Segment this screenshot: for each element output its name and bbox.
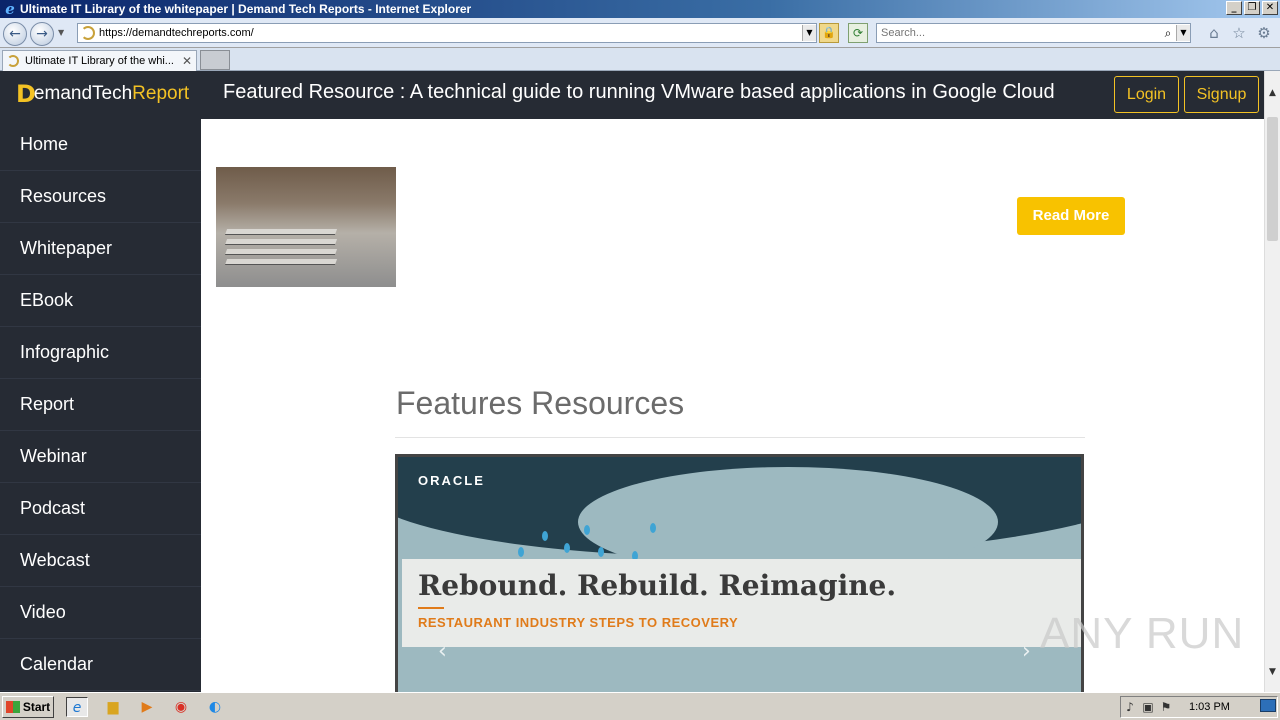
edge-icon[interactable]: ◐ — [204, 697, 226, 717]
rain-dot — [564, 543, 570, 553]
section-title: Features Resources — [396, 385, 685, 421]
banner-bottom-area — [398, 647, 1081, 692]
sidebar-item-ebook[interactable]: EBook — [0, 275, 201, 327]
site-logo[interactable]: D emandTech Report — [16, 80, 190, 108]
chrome-icon[interactable]: ◉ — [170, 697, 192, 717]
oracle-brand: ORACLE — [418, 473, 485, 488]
forward-button[interactable]: → — [30, 22, 54, 46]
tab-favicon-icon — [7, 55, 19, 67]
newspaper-layer — [224, 259, 338, 265]
logo-report-text: Report — [132, 83, 190, 104]
rain-dot — [650, 523, 656, 533]
sidebar-item-resources[interactable]: Resources — [0, 171, 201, 223]
folder-icon[interactable]: ▆ — [102, 697, 124, 717]
signup-button[interactable]: Signup — [1184, 76, 1259, 113]
rain-dot — [518, 547, 524, 557]
new-tab-button[interactable] — [200, 50, 230, 70]
media-player-icon[interactable]: ▶ — [136, 697, 158, 717]
ie-logo-icon: e — [5, 0, 15, 18]
featured-resource-link[interactable]: Featured Resource : A technical guide to… — [223, 81, 1055, 104]
start-button[interactable]: Start — [2, 696, 54, 718]
anyrun-watermark: ANY RUN — [1040, 609, 1245, 658]
show-desktop-icon[interactable] — [1260, 699, 1276, 712]
tab-label[interactable]: Ultimate IT Library of the whi... — [25, 55, 182, 67]
gear-icon[interactable]: ⚙ — [1255, 24, 1273, 42]
rain-dot — [584, 525, 590, 535]
sidebar-item-report[interactable]: Report — [0, 379, 201, 431]
tab-bar: Ultimate IT Library of the whi... ✕ — [0, 48, 1280, 71]
minimize-button[interactable]: _ — [1226, 1, 1242, 15]
start-label: Start — [22, 700, 51, 714]
home-icon[interactable]: ⌂ — [1205, 24, 1223, 42]
ie-taskbar-icon[interactable]: e — [66, 697, 88, 717]
sidebar-item-calendar[interactable]: Calendar — [0, 639, 201, 691]
sidebar-item-podcast[interactable]: Podcast — [0, 483, 201, 535]
banner-subline: RESTAURANT INDUSTRY STEPS TO RECOVERY — [418, 615, 739, 630]
section-divider — [395, 437, 1085, 438]
site-favicon-icon — [81, 26, 95, 40]
sidebar-item-home[interactable]: Home — [0, 119, 201, 171]
volume-icon[interactable]: ♪ — [1121, 700, 1139, 714]
rain-dot — [598, 547, 604, 557]
scroll-up-icon[interactable]: ▲ — [1265, 85, 1280, 101]
network-icon[interactable]: ▣ — [1139, 700, 1157, 714]
site-header: D emandTech Report Featured Resource : A… — [0, 71, 1264, 119]
newspaper-layer — [224, 249, 338, 255]
logo-mark: D — [16, 80, 36, 108]
search-box[interactable]: ⌕ ▼ — [876, 23, 1191, 43]
window-controls: _ ❐ ✕ — [1226, 1, 1278, 15]
sidebar-item-webcast[interactable]: Webcast — [0, 535, 201, 587]
back-button[interactable]: ← — [3, 22, 27, 46]
search-dropdown-icon[interactable]: ▼ — [1176, 25, 1190, 41]
read-more-button[interactable]: Read More — [1017, 197, 1125, 235]
banner-accent-line — [418, 607, 444, 609]
tab-close-icon[interactable]: ✕ — [182, 54, 196, 68]
scroll-thumb[interactable] — [1267, 117, 1278, 241]
restore-button[interactable]: ❐ — [1244, 1, 1260, 15]
page-viewport: D emandTech Report Featured Resource : A… — [0, 71, 1264, 692]
login-button[interactable]: Login — [1114, 76, 1179, 113]
favorites-star-icon[interactable]: ☆ — [1230, 24, 1248, 42]
vertical-scrollbar[interactable]: ▲ ▼ — [1264, 71, 1280, 692]
scroll-down-icon[interactable]: ▼ — [1265, 664, 1280, 680]
sidebar-item-webinar[interactable]: Webinar — [0, 431, 201, 483]
url-field[interactable]: https://demandtechreports.com/ ▼ — [77, 23, 817, 43]
refresh-button[interactable]: ⟳ — [848, 23, 868, 43]
sidebar-nav: Home Resources Whitepaper EBook Infograp… — [0, 119, 201, 692]
rain-dot — [542, 531, 548, 541]
url-text[interactable]: https://demandtechreports.com/ — [99, 27, 802, 39]
taskbar: Start e ▆ ▶ ◉ ◐ ♪ ▣ ⚑ 1:03 PM — [0, 692, 1280, 720]
windows-logo-icon — [5, 701, 20, 713]
tab-active[interactable]: Ultimate IT Library of the whi... ✕ — [2, 50, 197, 71]
logo-demand-text: emandTech — [33, 83, 133, 104]
banner-headline: Rebound. Rebuild. Reimagine. — [418, 569, 897, 602]
search-icon[interactable]: ⌕ — [1160, 26, 1176, 41]
carousel-prev-icon[interactable]: ‹ — [438, 639, 447, 664]
newspaper-layer — [224, 229, 338, 235]
sidebar-item-video[interactable]: Video — [0, 587, 201, 639]
flag-icon[interactable]: ⚑ — [1157, 700, 1175, 714]
newspaper-thumbnail-image[interactable] — [216, 167, 396, 287]
featured-carousel[interactable]: ORACLE Rebound. Rebuild. Reimagine. REST… — [395, 454, 1084, 692]
window-titlebar: e Ultimate IT Library of the whitepaper … — [0, 0, 1280, 18]
lock-icon[interactable]: 🔒 — [819, 23, 839, 43]
clock[interactable]: 1:03 PM — [1189, 701, 1230, 713]
newspaper-layer — [224, 239, 338, 245]
search-input[interactable] — [877, 27, 1160, 39]
address-toolbar: ← → ▼ https://demandtechreports.com/ ▼ 🔒… — [0, 18, 1280, 48]
url-dropdown-icon[interactable]: ▼ — [802, 25, 816, 41]
carousel-next-icon[interactable]: › — [1022, 639, 1031, 664]
history-dropdown-icon[interactable]: ▼ — [58, 28, 64, 37]
sidebar-item-whitepaper[interactable]: Whitepaper — [0, 223, 201, 275]
close-window-button[interactable]: ✕ — [1262, 1, 1278, 15]
system-tray: ♪ ▣ ⚑ 1:03 PM — [1120, 696, 1278, 718]
sidebar-item-infographic[interactable]: Infographic — [0, 327, 201, 379]
window-title: Ultimate IT Library of the whitepaper | … — [20, 2, 472, 16]
main-content: Read More Features Resources ORACLE Rebo… — [201, 119, 1264, 692]
